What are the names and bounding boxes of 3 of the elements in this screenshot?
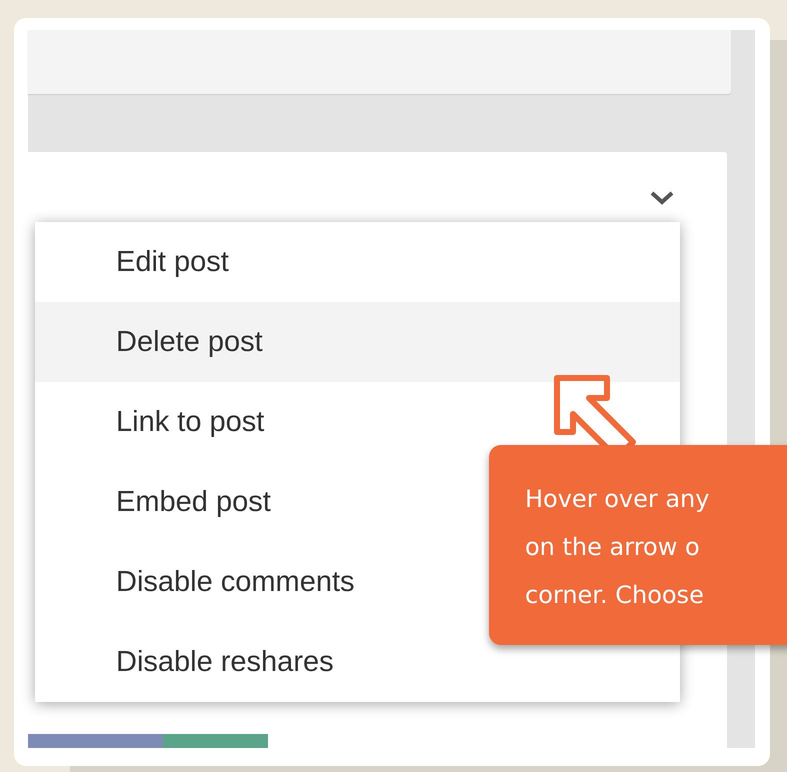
menu-item[interactable]: Edit post xyxy=(35,222,680,302)
menu-item[interactable]: Delete post xyxy=(35,302,680,382)
chevron-down-icon[interactable] xyxy=(649,190,675,206)
